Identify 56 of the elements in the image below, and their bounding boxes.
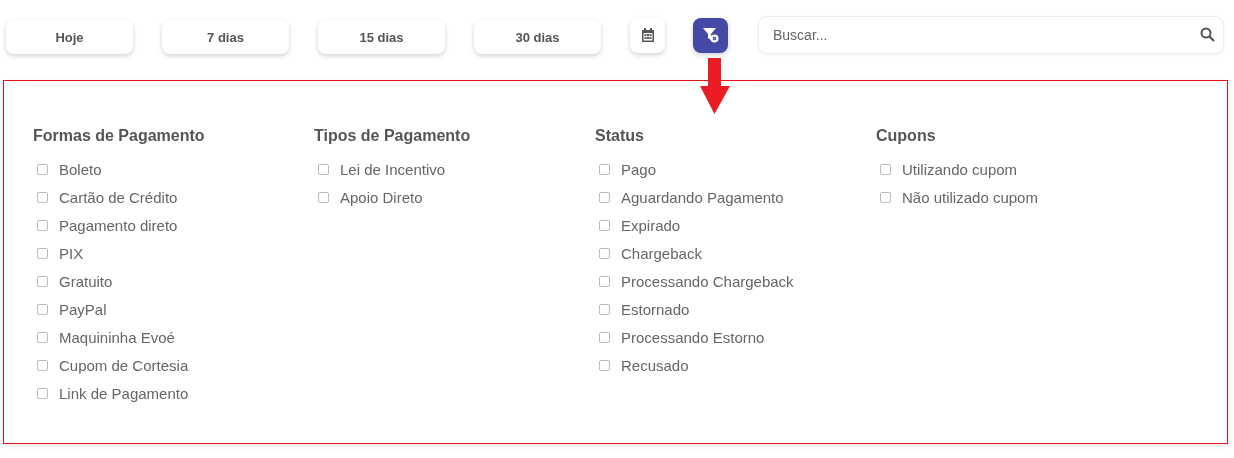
option-label: Aguardando Pagamento [621,188,784,206]
checkbox[interactable] [599,275,610,287]
option-label: Maquininha Evoé [59,328,175,346]
checkbox[interactable] [599,191,610,203]
group-heading: Status [595,127,645,146]
checkbox[interactable] [37,275,48,287]
checkbox[interactable] [880,191,891,203]
checkbox[interactable] [37,191,48,203]
filter-clear-icon [702,27,719,43]
option-label: Recusado [621,356,689,374]
checkbox[interactable] [37,247,48,259]
group-heading: Cupons [876,127,937,146]
option-label: PayPal [59,300,107,318]
option-label: Estornado [621,300,690,318]
option-label: Pagamento direto [59,216,178,234]
checkbox[interactable] [599,163,610,175]
checkbox[interactable] [599,303,610,315]
checkbox[interactable] [37,163,48,175]
period-button[interactable]: Hoje [6,20,133,54]
option-label: Não utilizado cupom [902,188,1038,206]
checkbox[interactable] [599,247,610,259]
option-label: Utilizando cupom [902,160,1018,178]
option-label: Cartão de Crédito [59,188,178,206]
period-button[interactable]: 15 dias [318,20,445,54]
option-label: Processando Estorno [621,328,765,346]
checkbox[interactable] [599,359,610,371]
checkbox[interactable] [599,219,610,231]
checkbox[interactable] [318,163,329,175]
option-label: Boleto [59,160,102,178]
period-button[interactable]: 30 dias [474,20,601,54]
option-label: Chargeback [621,244,702,262]
option-label: Processando Chargeback [621,272,794,290]
group-heading: Tipos de Pagamento [314,127,472,146]
calendar-button[interactable] [630,17,665,53]
period-button[interactable]: 7 dias [162,20,289,54]
checkbox[interactable] [37,331,48,343]
filter-button[interactable] [693,17,728,53]
search-icon [1200,27,1215,42]
checkbox[interactable] [318,191,329,203]
option-label: Apoio Direto [340,188,423,206]
option-label: Expirado [621,216,681,234]
search-field[interactable]: Buscar... [758,16,1224,54]
checkbox[interactable] [37,387,48,399]
calendar-icon [640,28,655,42]
checkbox[interactable] [37,359,48,371]
checkbox[interactable] [37,303,48,315]
option-label: Link de Pagamento [59,384,189,402]
checkbox[interactable] [599,331,610,343]
group-heading: Formas de Pagamento [33,127,206,146]
option-label: Pago [621,160,657,178]
checkbox[interactable] [880,163,891,175]
option-label: Cupom de Cortesia [59,356,189,374]
checkbox[interactable] [37,219,48,231]
option-label: Gratuito [59,272,113,290]
option-label: PIX [59,244,84,262]
option-label: Lei de Incentivo [340,160,446,178]
